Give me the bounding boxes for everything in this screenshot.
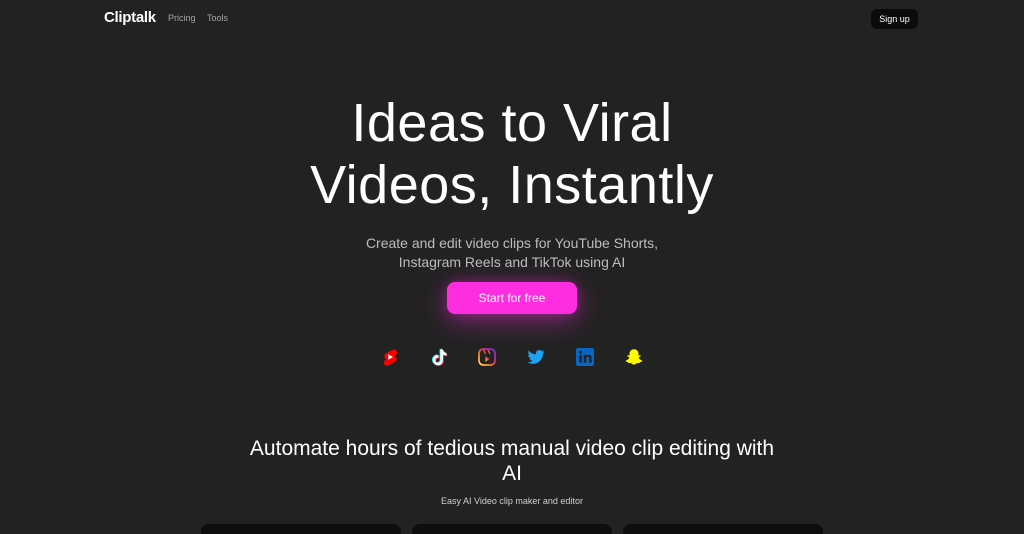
twitter-icon [526,347,546,367]
nav-tools-link[interactable]: Tools [207,13,228,23]
hero-title-line-2: Videos, Instantly [310,155,714,215]
top-navbar: Cliptalk Pricing Tools Sign up [0,0,1024,38]
snapchat-icon [624,347,644,367]
linkedin-icon [575,347,595,367]
features-section-title: Automate hours of tedious manual video c… [232,436,792,486]
cliptalk-logo[interactable]: Cliptalk [104,9,156,26]
platform-icons-row [380,347,644,369]
hero-subtitle-line-1: Create and edit video clips for YouTube … [365,235,659,251]
youtube-shorts-icon [380,347,400,367]
sign-up-button[interactable]: Sign up [871,9,918,29]
start-for-free-button[interactable]: Start for free [447,282,577,314]
feature-card [201,524,401,534]
feature-card [623,524,823,534]
tiktok-icon [429,347,449,367]
landing-page: Cliptalk Pricing Tools Sign up Ideas to … [0,0,1024,534]
hero-title: Ideas to Viral Videos, Instantly [212,92,812,216]
features-section-subtitle: Easy AI Video clip maker and editor [441,496,583,506]
features-title-line-1: Automate hours of tedious manual video c… [249,437,775,460]
features-title-line-2: AI [502,462,522,485]
hero-subtitle: Create and edit video clips for YouTube … [312,234,712,272]
instagram-reels-icon [477,347,497,367]
hero-title-line-1: Ideas to Viral [351,93,673,153]
feature-card [412,524,612,534]
nav-pricing-link[interactable]: Pricing [168,13,196,23]
hero-subtitle-line-2: Instagram Reels and TikTok using AI [398,254,626,270]
